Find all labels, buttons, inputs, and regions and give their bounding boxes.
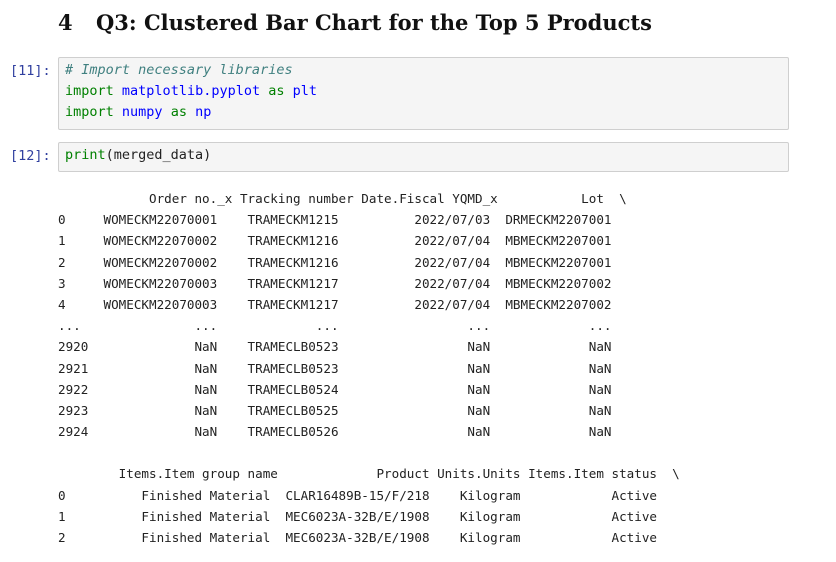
code-input[interactable]: # Import necessary libraries import matpl… bbox=[59, 58, 788, 123]
output-row: 2921 NaN TRAMECLB0523 NaN NaN bbox=[58, 360, 612, 376]
section-number: 4 bbox=[58, 10, 73, 35]
code-line: # Import necessary libraries bbox=[65, 60, 788, 81]
output-row: 4 WOMECKM22070003 TRAMECKM1217 2022/07/0… bbox=[58, 296, 612, 312]
section-title: Q3: Clustered Bar Chart for the Top 5 Pr… bbox=[96, 10, 652, 35]
section-heading: 4 Q3: Clustered Bar Chart for the Top 5 P… bbox=[58, 10, 652, 35]
output-row: ... ... ... ... ... bbox=[58, 318, 612, 334]
code-token: print bbox=[65, 147, 106, 163]
code-token: (merged_data) bbox=[105, 147, 212, 163]
output-row: 3 WOMECKM22070003 TRAMECKM1217 2022/07/0… bbox=[58, 275, 612, 291]
code-token: as bbox=[268, 83, 285, 99]
cell-prompt-11: [11]: bbox=[10, 63, 51, 79]
code-token: as bbox=[170, 104, 187, 120]
code-cell-print[interactable]: print(merged_data) bbox=[58, 142, 789, 172]
output-row: Items.Item group name Product Units.Unit… bbox=[58, 466, 680, 482]
code-token: matplotlib.pyplot bbox=[121, 83, 261, 99]
code-token: np bbox=[195, 104, 212, 120]
output-row: Order no._x Tracking number Date.Fiscal … bbox=[58, 191, 627, 206]
output-row: 2922 NaN TRAMECLB0524 NaN NaN bbox=[58, 381, 612, 397]
cell-output: Order no._x Tracking number Date.Fiscal … bbox=[58, 188, 680, 548]
cell-prompt-12: [12]: bbox=[10, 148, 51, 164]
output-row: 0 Finished Material CLAR16489B-15/F/218 … bbox=[58, 487, 657, 503]
output-row: 2 Finished Material MEC6023A-32B/E/1908 … bbox=[58, 530, 657, 545]
code-token: import bbox=[65, 83, 114, 99]
output-row bbox=[58, 442, 680, 463]
code-cell-imports[interactable]: # Import necessary libraries import matpl… bbox=[58, 57, 789, 130]
code-line: import numpy as np bbox=[65, 102, 788, 123]
code-line: print(merged_data) bbox=[65, 145, 788, 166]
output-row: 2 WOMECKM22070002 TRAMECKM1216 2022/07/0… bbox=[58, 254, 612, 270]
code-line: import matplotlib.pyplot as plt bbox=[65, 81, 788, 102]
output-row: 2920 NaN TRAMECLB0523 NaN NaN bbox=[58, 339, 612, 355]
output-row: 0 WOMECKM22070001 TRAMECKM1215 2022/07/0… bbox=[58, 212, 612, 228]
code-token: numpy bbox=[121, 104, 163, 120]
code-token: plt bbox=[292, 83, 318, 99]
output-row: 2923 NaN TRAMECLB0525 NaN NaN bbox=[58, 402, 612, 418]
code-token: import bbox=[65, 104, 114, 120]
output-row: 2924 NaN TRAMECLB0526 NaN NaN bbox=[58, 424, 612, 440]
output-row: 1 Finished Material MEC6023A-32B/E/1908 … bbox=[58, 508, 657, 524]
code-token: # Import necessary libraries bbox=[65, 62, 293, 78]
code-input[interactable]: print(merged_data) bbox=[59, 143, 788, 166]
output-row: 1 WOMECKM22070002 TRAMECKM1216 2022/07/0… bbox=[58, 233, 612, 249]
